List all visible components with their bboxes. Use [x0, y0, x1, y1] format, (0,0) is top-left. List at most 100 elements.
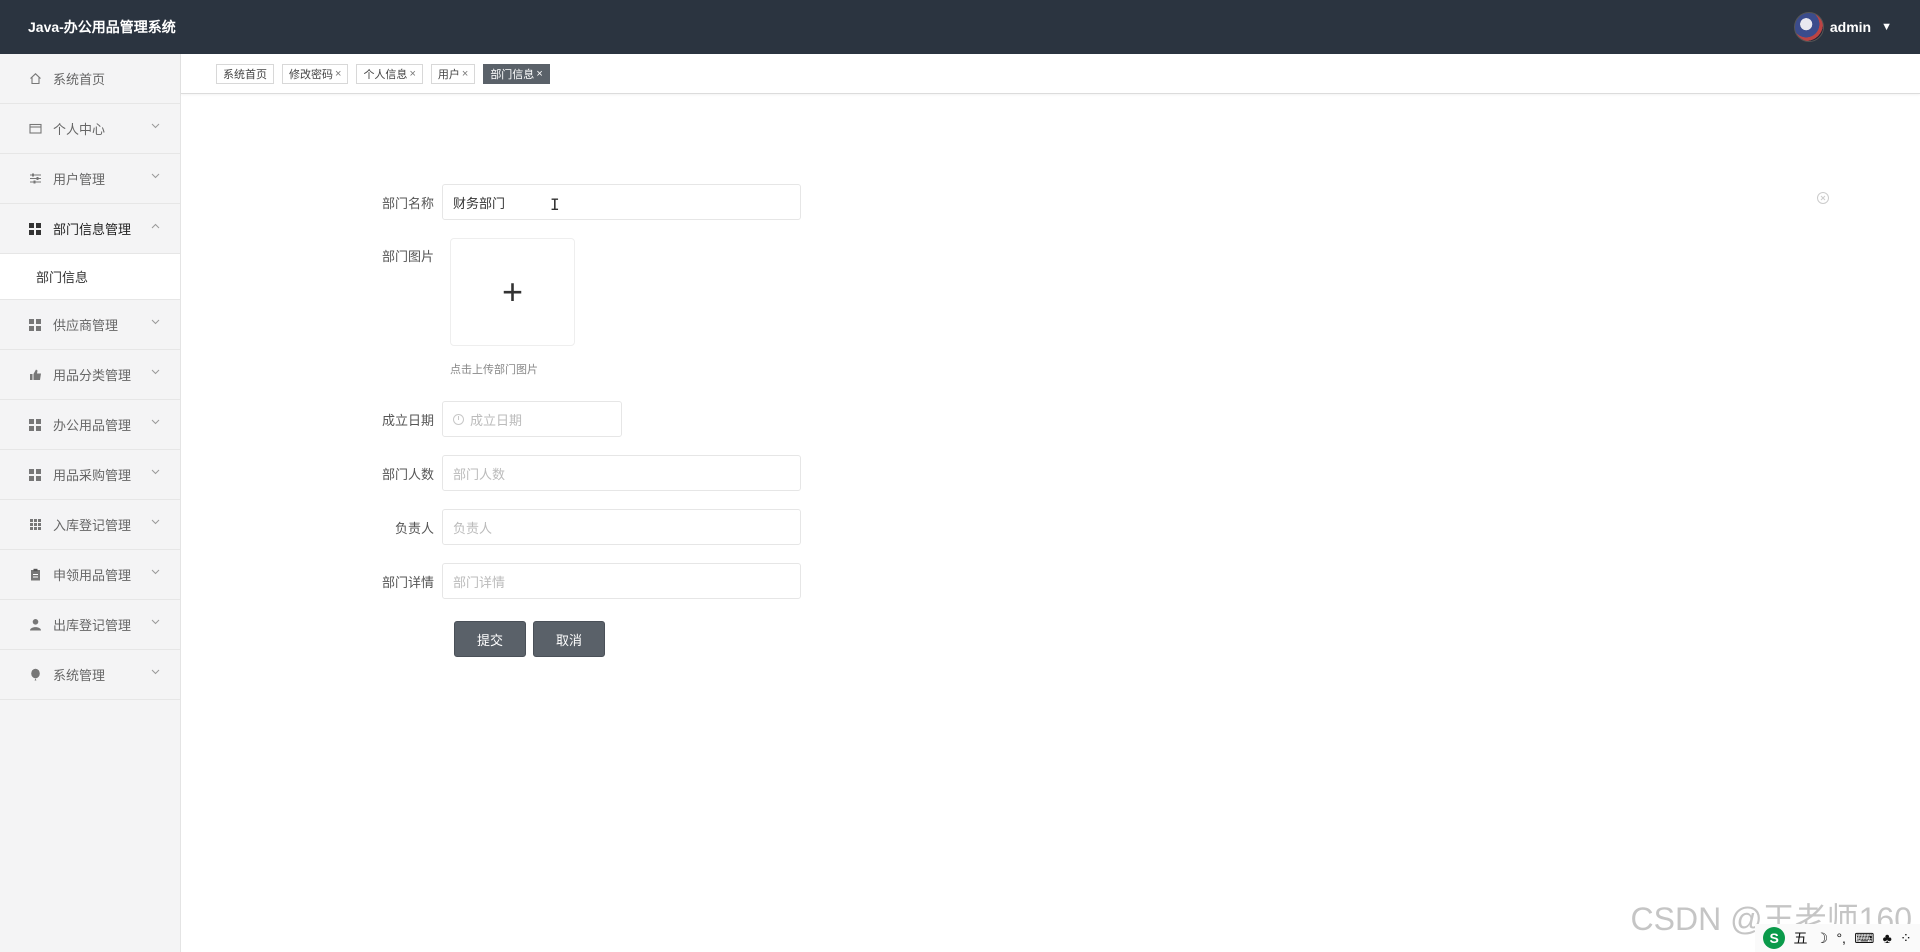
- manager-input[interactable]: 负责人: [442, 509, 801, 545]
- sidebar-item-supplies-management[interactable]: 办公用品管理: [0, 400, 180, 450]
- chevron-down-icon: [151, 171, 160, 182]
- sidebar-item-label: 办公用品管理: [53, 418, 132, 433]
- sidebar-item-label: 系统首页: [53, 72, 106, 87]
- close-icon[interactable]: ×: [409, 68, 415, 80]
- tray-item[interactable]: ⁘: [1900, 930, 1912, 947]
- grid-icon: [28, 222, 42, 236]
- image-upload-button[interactable]: +: [450, 238, 575, 346]
- tab-label: 系统首页: [223, 68, 267, 81]
- close-icon[interactable]: ×: [335, 68, 341, 80]
- dept-name-input[interactable]: 财务部门: [442, 184, 801, 220]
- dept-name-label: 部门名称: [381, 195, 434, 211]
- details-input[interactable]: 部门详情: [442, 563, 801, 599]
- sidebar-item-outbound-management[interactable]: 出库登记管理: [0, 600, 180, 650]
- chevron-down-icon: [151, 317, 160, 328]
- details-row: 部门详情 部门详情: [362, 563, 801, 599]
- grid9-icon: [28, 518, 42, 532]
- tab-dept-info[interactable]: 部门信息 ×: [483, 63, 550, 84]
- chevron-down-icon: [151, 121, 160, 132]
- sidebar-item-purchase-management[interactable]: 用品采购管理: [0, 450, 180, 500]
- headcount-row: 部门人数 部门人数: [362, 455, 801, 491]
- manager-placeholder: 负责人: [453, 520, 493, 536]
- sidebar-item-label: 部门信息管理: [53, 222, 132, 237]
- sidebar-item-label: 用户管理: [53, 172, 106, 187]
- keyboard-icon[interactable]: ⌨: [1854, 930, 1874, 947]
- sidebar-item-home[interactable]: 系统首页: [0, 54, 180, 104]
- chevron-down-icon: [151, 467, 160, 478]
- chevron-down-icon: [151, 617, 160, 628]
- tab-user[interactable]: 用户 ×: [430, 63, 476, 84]
- caret-down-icon[interactable]: ▼: [1881, 21, 1892, 33]
- close-icon[interactable]: ×: [536, 68, 542, 80]
- sidebar-item-label: 申领用品管理: [53, 568, 132, 583]
- tab-bar: 系统首页 修改密码 × 个人信息 × 用户 × 部门信息 ×: [181, 54, 1920, 94]
- moon-icon[interactable]: ☽: [1816, 930, 1829, 947]
- sidebar-item-category-management[interactable]: 用品分类管理: [0, 350, 180, 400]
- upload-hint: 点击上传部门图片: [450, 364, 538, 376]
- sliders-icon: [28, 172, 42, 186]
- close-icon[interactable]: ×: [462, 68, 468, 80]
- clock-icon: [453, 413, 464, 425]
- balloon-icon: [28, 668, 42, 682]
- sidebar-item-label: 用品采购管理: [53, 468, 132, 483]
- sidebar-item-personal-center[interactable]: 个人中心: [0, 104, 180, 154]
- chevron-down-icon: [151, 517, 160, 528]
- tray-item[interactable]: ♣: [1883, 930, 1892, 946]
- tray-item[interactable]: 五: [1793, 928, 1807, 948]
- user-menu[interactable]: admin ▼: [1793, 12, 1892, 42]
- sidebar-item-label: 出库登记管理: [53, 618, 132, 633]
- plus-icon: +: [501, 271, 524, 312]
- tab-label: 用户: [437, 68, 460, 81]
- dept-name-value: 财务部门: [453, 195, 506, 211]
- sidebar-item-label: 个人中心: [53, 122, 106, 137]
- tray-item[interactable]: °,: [1836, 930, 1846, 946]
- sidebar-item-label: 系统管理: [53, 668, 106, 683]
- close-circle-icon[interactable]: [1817, 192, 1829, 204]
- chevron-down-icon: [151, 567, 160, 578]
- details-label: 部门详情: [381, 574, 434, 590]
- avatar[interactable]: [1793, 12, 1824, 42]
- sidebar-item-system-management[interactable]: 系统管理: [0, 650, 180, 700]
- cancel-button[interactable]: 取消: [533, 621, 605, 657]
- clipboard-icon: [28, 568, 42, 582]
- card-icon: [28, 122, 42, 136]
- sidebar: 系统首页 个人中心 用户管理 部门信息管理 部门信息 供应商管理 用品分类管理 …: [0, 54, 181, 952]
- sidebar-item-inbound-management[interactable]: 入库登记管理: [0, 500, 180, 550]
- sidebar-item-label: 用品分类管理: [53, 368, 132, 383]
- headcount-placeholder: 部门人数: [453, 466, 506, 482]
- sogou-logo-icon[interactable]: S: [1763, 927, 1786, 949]
- dept-image-row: 部门图片: [362, 246, 442, 265]
- username[interactable]: admin: [1830, 19, 1871, 35]
- sidebar-item-supplier-management[interactable]: 供应商管理: [0, 300, 180, 350]
- tab-label: 修改密码: [289, 68, 333, 81]
- home-icon: [28, 72, 42, 86]
- chevron-down-icon: [151, 367, 160, 378]
- sidebar-subitem-dept-info[interactable]: 部门信息: [0, 254, 180, 300]
- sidebar-item-user-management[interactable]: 用户管理: [0, 154, 180, 204]
- chevron-down-icon: [151, 417, 160, 428]
- founded-date-picker[interactable]: 成立日期: [442, 401, 622, 437]
- headcount-label: 部门人数: [381, 466, 434, 482]
- chevron-down-icon: [151, 667, 160, 678]
- submit-button[interactable]: 提交: [454, 621, 526, 657]
- sidebar-item-label: 部门信息: [36, 270, 89, 285]
- manager-label: 负责人: [394, 520, 434, 536]
- user-icon: [28, 618, 42, 632]
- sidebar-item-label: 入库登记管理: [53, 518, 132, 533]
- tab-change-password[interactable]: 修改密码 ×: [282, 63, 349, 84]
- thumb-icon: [28, 368, 42, 382]
- system-tray: S 五 ☽ °, ⌨ ♣ ⁘: [1755, 924, 1920, 952]
- sidebar-item-label: 供应商管理: [53, 318, 119, 333]
- top-header: Java-办公用品管理系统 admin ▼: [0, 0, 1920, 54]
- grid-icon: [28, 318, 42, 332]
- text-cursor-icon: I: [550, 195, 560, 214]
- tab-home[interactable]: 系统首页: [216, 63, 274, 84]
- sidebar-item-dept-management[interactable]: 部门信息管理: [0, 204, 180, 254]
- headcount-input[interactable]: 部门人数: [442, 455, 801, 491]
- dept-image-label: 部门图片: [381, 249, 434, 264]
- tab-personal-info[interactable]: 个人信息 ×: [356, 63, 423, 84]
- tab-label: 部门信息: [490, 68, 535, 81]
- sidebar-item-requisition-management[interactable]: 申领用品管理: [0, 550, 180, 600]
- manager-row: 负责人 负责人: [362, 509, 801, 545]
- founded-date-row: 成立日期 成立日期: [362, 401, 622, 437]
